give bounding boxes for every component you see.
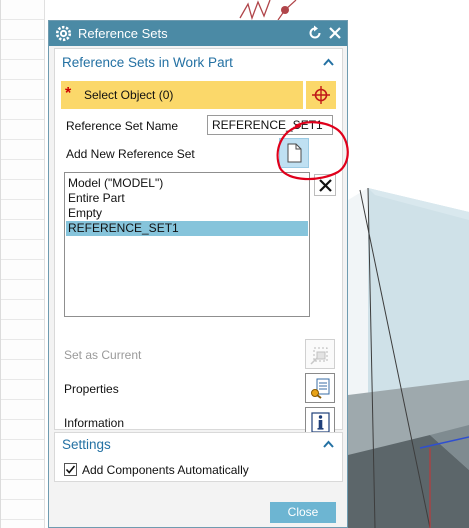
- crosshair-icon: [312, 86, 330, 104]
- information-label: Information: [64, 416, 125, 430]
- new-document-icon: [287, 143, 302, 163]
- list-item-selected[interactable]: REFERENCE_SET1: [66, 221, 308, 236]
- reference-sets-section: Reference Sets in Work Part * Select Obj…: [54, 48, 343, 437]
- add-components-label: Add Components Automatically: [82, 463, 249, 477]
- reference-sets-dialog: Reference Sets Reference Sets in Work Pa…: [48, 20, 348, 528]
- settings-section-header[interactable]: Settings: [55, 433, 342, 461]
- select-object-button[interactable]: [306, 81, 336, 109]
- reference-set-name-label: Reference Set Name: [66, 119, 179, 133]
- select-object-label: Select Object (0): [84, 88, 174, 102]
- close-icon[interactable]: [327, 25, 343, 41]
- set-current-icon: [310, 347, 328, 365]
- gear-icon: [55, 25, 72, 42]
- dialog-title: Reference Sets: [78, 26, 168, 41]
- list-item[interactable]: Entire Part: [66, 191, 308, 206]
- add-components-checkbox[interactable]: [64, 463, 77, 476]
- set-as-current-button[interactable]: [305, 339, 335, 369]
- set-as-current-label: Set as Current: [64, 348, 142, 362]
- delete-reference-set-button[interactable]: [314, 174, 336, 196]
- list-item[interactable]: Empty: [66, 206, 308, 221]
- properties-label: Properties: [64, 382, 119, 396]
- list-item[interactable]: Model ("MODEL"): [66, 176, 308, 191]
- add-new-reference-set-button[interactable]: [279, 138, 309, 168]
- delete-x-icon: [319, 179, 332, 192]
- select-object-row[interactable]: * Select Object (0): [61, 81, 303, 109]
- reference-set-name-input[interactable]: [207, 115, 333, 135]
- properties-icon: [311, 378, 330, 399]
- section-title: Settings: [62, 437, 111, 452]
- asterisk-icon: *: [65, 85, 72, 102]
- reference-set-list[interactable]: Model ("MODEL") Entire Part Empty REFERE…: [64, 172, 310, 317]
- chevron-up-icon[interactable]: [323, 440, 334, 448]
- reset-icon[interactable]: [307, 25, 323, 41]
- dialog-title-bar: Reference Sets: [49, 21, 347, 46]
- close-button[interactable]: Close: [270, 502, 336, 523]
- settings-section: Settings Add Components Automatically: [54, 432, 343, 482]
- add-new-reference-set-label: Add New Reference Set: [66, 147, 195, 161]
- chevron-up-icon[interactable]: [323, 58, 334, 66]
- section-title: Reference Sets in Work Part: [62, 55, 233, 70]
- information-icon: [311, 412, 330, 433]
- properties-button[interactable]: [305, 373, 335, 403]
- reference-sets-section-header[interactable]: Reference Sets in Work Part: [55, 49, 342, 77]
- spring-graphic: [239, 0, 271, 21]
